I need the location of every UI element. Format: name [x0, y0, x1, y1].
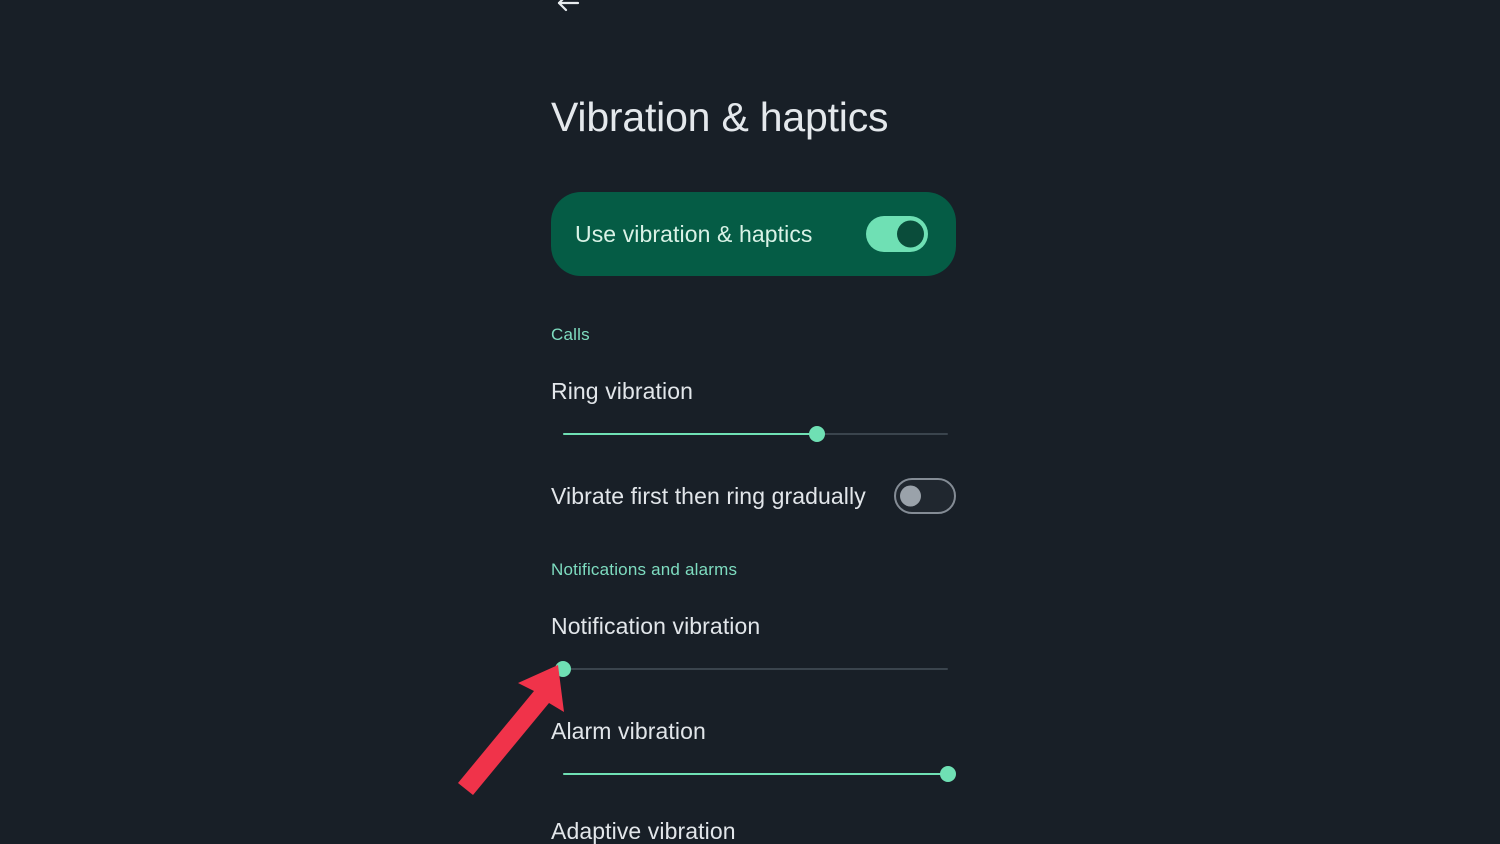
- slider-thumb[interactable]: [940, 766, 956, 782]
- vibrate-first-label: Vibrate first then ring gradually: [551, 482, 866, 509]
- slider-thumb[interactable]: [555, 661, 571, 677]
- notification-vibration-label: Notification vibration: [551, 613, 761, 639]
- notification-vibration-slider[interactable]: [555, 657, 948, 681]
- slider-track-inactive: [563, 668, 948, 670]
- settings-screen: Vibration & haptics Use vibration & hapt…: [0, 0, 1500, 844]
- vibrate-first-toggle-switch[interactable]: [894, 478, 956, 514]
- slider-thumb[interactable]: [809, 426, 826, 442]
- ring-vibration-slider[interactable]: [563, 422, 948, 446]
- slider-track-active: [563, 773, 948, 775]
- arrow-pointer-icon: [458, 665, 564, 795]
- master-toggle-switch[interactable]: [866, 216, 928, 252]
- alarm-vibration-slider[interactable]: [563, 762, 956, 786]
- use-vibration-and-haptics-card[interactable]: Use vibration & haptics: [551, 192, 956, 276]
- section-header-calls: Calls: [551, 325, 590, 344]
- ring-vibration-label: Ring vibration: [551, 378, 694, 404]
- back-button[interactable]: [551, 0, 585, 20]
- page-title: Vibration & haptics: [551, 94, 889, 140]
- arrow-left-icon: [557, 0, 580, 12]
- alarm-vibration-label: Alarm vibration: [551, 718, 706, 744]
- section-header-notifications-and-alarms: Notifications and alarms: [551, 560, 738, 579]
- settings-content-column: Vibration & haptics Use vibration & hapt…: [551, 0, 956, 844]
- slider-track-active: [563, 433, 818, 435]
- vibrate-first-then-ring-gradually-row[interactable]: Vibrate first then ring gradually: [551, 478, 956, 514]
- toggle-knob: [900, 485, 921, 507]
- master-toggle-label: Use vibration & haptics: [575, 220, 813, 247]
- adaptive-vibration-label: Adaptive vibration: [551, 818, 736, 844]
- toggle-knob: [897, 220, 924, 248]
